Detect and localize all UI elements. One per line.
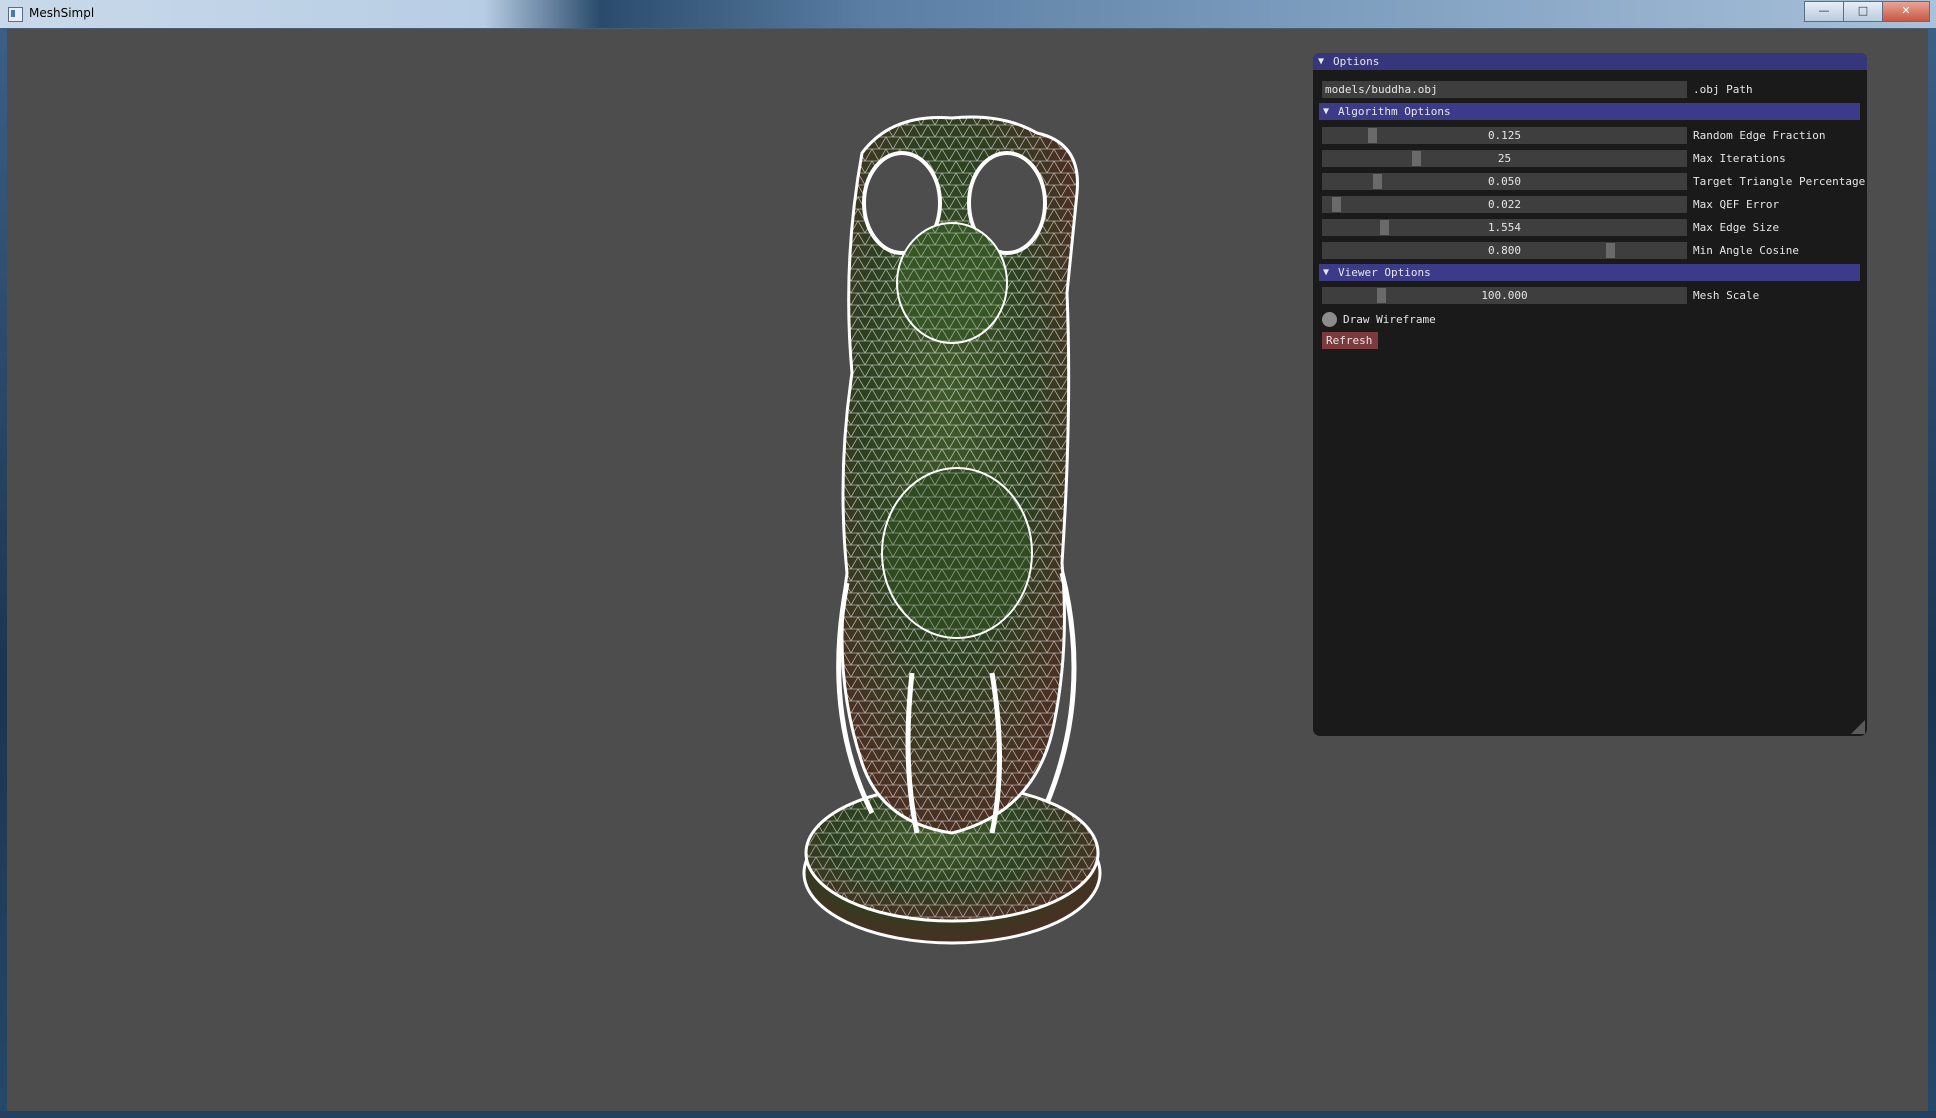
max-edge-size-slider[interactable]: 1.554 xyxy=(1322,219,1687,236)
refresh-button[interactable]: Refresh xyxy=(1322,332,1378,349)
app-icon xyxy=(8,7,23,22)
mesh-scale-slider[interactable]: 100.000 xyxy=(1322,287,1687,304)
desktop-edge-right xyxy=(1928,28,1936,1118)
min-angle-cosine-slider[interactable]: 0.800 xyxy=(1322,242,1687,259)
obj-path-value: models/buddha.obj xyxy=(1325,83,1438,96)
random-edge-fraction-slider[interactable]: 0.125 xyxy=(1322,127,1687,144)
max-qef-error-slider[interactable]: 0.022 xyxy=(1322,196,1687,213)
desktop-edge-left xyxy=(0,28,7,1118)
max-qef-error-value: 0.022 xyxy=(1487,198,1522,211)
window-controls: — □ ✕ xyxy=(1804,1,1930,22)
algorithm-options-label: Algorithm Options xyxy=(1338,105,1451,118)
viewer-options-label: Viewer Options xyxy=(1338,266,1431,279)
draw-wireframe-label: Draw Wireframe xyxy=(1343,313,1436,326)
max-qef-error-label: Max QEF Error xyxy=(1693,198,1780,211)
random-edge-fraction-label: Random Edge Fraction xyxy=(1693,129,1826,142)
maximize-button[interactable]: □ xyxy=(1843,1,1883,22)
window-title: MeshSimpl xyxy=(29,6,95,20)
desktop-edge-bottom xyxy=(0,1111,1936,1118)
minimize-button[interactable]: — xyxy=(1804,1,1844,22)
draw-wireframe-radio[interactable] xyxy=(1322,312,1337,327)
collapse-triangle-icon[interactable]: ▼ xyxy=(1318,56,1324,67)
viewer-options-header[interactable]: ▼ Viewer Options xyxy=(1319,264,1860,281)
max-edge-size-label: Max Edge Size xyxy=(1693,221,1780,234)
options-header[interactable]: ▼ Options xyxy=(1313,53,1867,70)
max-iterations-value: 25 xyxy=(1497,152,1512,165)
max-iterations-label: Max Iterations xyxy=(1693,152,1786,165)
collapse-triangle-icon[interactable]: ▼ xyxy=(1323,267,1329,278)
mesh-scale-value: 100.000 xyxy=(1481,289,1528,302)
min-angle-cosine-value: 0.800 xyxy=(1487,244,1522,257)
random-edge-fraction-value: 0.125 xyxy=(1487,129,1522,142)
buddha-mesh-wireframe[interactable] xyxy=(802,113,1157,979)
min-angle-cosine-label: Min Angle Cosine xyxy=(1693,244,1799,257)
window-titlebar: MeshSimpl — □ ✕ xyxy=(0,0,1936,29)
options-panel: ▼ Options models/buddha.obj .obj Path ▼ … xyxy=(1313,53,1867,736)
algorithm-options-header[interactable]: ▼ Algorithm Options xyxy=(1319,103,1860,120)
target-triangle-percentage-slider[interactable]: 0.050 xyxy=(1322,173,1687,190)
max-iterations-slider[interactable]: 25 xyxy=(1322,150,1687,167)
obj-path-label: .obj Path xyxy=(1693,83,1753,96)
resize-grip[interactable] xyxy=(1851,720,1865,734)
max-edge-size-value: 1.554 xyxy=(1487,221,1522,234)
refresh-button-label: Refresh xyxy=(1326,334,1373,347)
mesh-scale-label: Mesh Scale xyxy=(1693,289,1760,302)
obj-path-input[interactable]: models/buddha.obj xyxy=(1322,81,1687,98)
close-button[interactable]: ✕ xyxy=(1882,1,1930,22)
target-triangle-percentage-value: 0.050 xyxy=(1487,175,1522,188)
target-triangle-percentage-label: Target Triangle Percentage xyxy=(1693,175,1866,188)
options-header-label: Options xyxy=(1333,55,1380,68)
collapse-triangle-icon[interactable]: ▼ xyxy=(1323,106,1329,117)
